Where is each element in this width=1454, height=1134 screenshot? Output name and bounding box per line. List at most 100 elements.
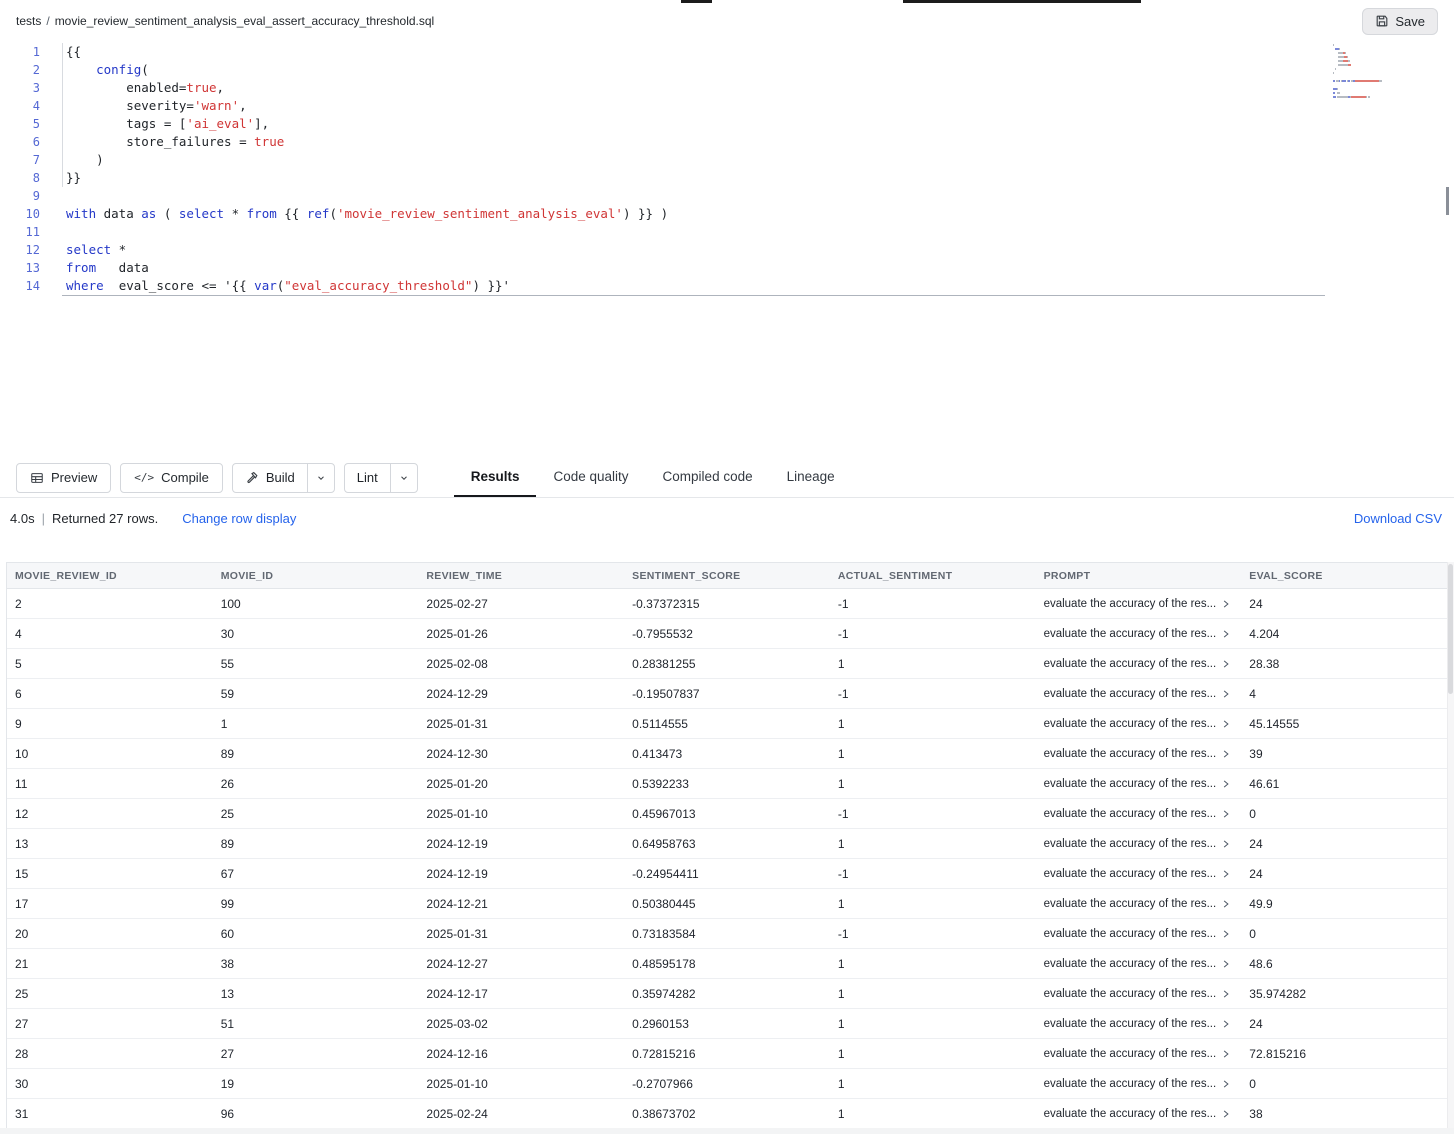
prompt-expand-icon[interactable] bbox=[1221, 899, 1231, 909]
compile-button[interactable]: </> Compile bbox=[120, 463, 223, 493]
table-cell: 13 bbox=[213, 987, 419, 1001]
table-cell: 45.14555 bbox=[1241, 717, 1447, 731]
table-cell: 2024-12-19 bbox=[418, 837, 624, 851]
prompt-expand-icon[interactable] bbox=[1221, 809, 1231, 819]
table-row: 17992024-12-210.503804451evaluate the ac… bbox=[7, 889, 1447, 919]
results-status-bar: 4.0s | Returned 27 rows. Change row disp… bbox=[0, 498, 1454, 538]
line-number: 9 bbox=[0, 187, 40, 205]
code-line[interactable]: 13from data bbox=[0, 259, 1454, 277]
prompt-cell: evaluate the accuracy of the res... bbox=[1036, 928, 1242, 940]
prompt-cell: evaluate the accuracy of the res... bbox=[1036, 1018, 1242, 1030]
tab-compiled-code[interactable]: Compiled code bbox=[646, 458, 770, 497]
build-split-button: Build bbox=[232, 463, 335, 493]
code-line[interactable]: 4 severity='warn', bbox=[0, 97, 1454, 115]
build-button[interactable]: Build bbox=[233, 464, 307, 492]
code-line[interactable]: 2 config( bbox=[0, 61, 1454, 79]
column-header: MOVIE_ID bbox=[213, 570, 419, 582]
build-hammer-icon bbox=[245, 471, 259, 485]
prompt-expand-icon[interactable] bbox=[1221, 599, 1231, 609]
table-cell: 0.64958763 bbox=[624, 837, 830, 851]
results-vertical-scrollbar[interactable] bbox=[1447, 562, 1454, 1128]
browser-tab-edge bbox=[903, 0, 1141, 3]
prompt-expand-icon[interactable] bbox=[1221, 659, 1231, 669]
code-line[interactable]: 9 bbox=[0, 187, 1454, 205]
table-cell: 1 bbox=[830, 837, 1036, 851]
code-text: enabled=true, bbox=[66, 79, 224, 97]
line-number: 13 bbox=[0, 259, 40, 277]
sql-editor[interactable]: 1{{2 config(3 enabled=true,4 severity='w… bbox=[0, 42, 1454, 458]
bottom-horizontal-scrollbar[interactable] bbox=[0, 1128, 1454, 1134]
table-cell: 2024-12-30 bbox=[418, 747, 624, 761]
results-body: 21002025-02-27-0.37372315-1evaluate the … bbox=[7, 589, 1447, 1129]
table-cell: 24 bbox=[1241, 597, 1447, 611]
prompt-expand-icon[interactable] bbox=[1221, 749, 1231, 759]
prompt-expand-icon[interactable] bbox=[1221, 869, 1231, 879]
table-cell: 55 bbox=[213, 657, 419, 671]
lint-dropdown-button[interactable] bbox=[390, 464, 417, 492]
prompt-expand-icon[interactable] bbox=[1221, 689, 1231, 699]
change-row-display-link[interactable]: Change row display bbox=[182, 511, 296, 526]
table-cell: 0 bbox=[1241, 1077, 1447, 1091]
column-header: MOVIE_REVIEW_ID bbox=[7, 570, 213, 582]
editor-scrollbar-thumb[interactable] bbox=[1446, 187, 1449, 215]
tab-results[interactable]: Results bbox=[454, 458, 537, 497]
prompt-expand-icon[interactable] bbox=[1221, 1049, 1231, 1059]
editor-minimap[interactable] bbox=[1333, 44, 1445, 100]
prompt-expand-icon[interactable] bbox=[1221, 929, 1231, 939]
table-cell: 1 bbox=[830, 1017, 1036, 1031]
table-cell: 27 bbox=[213, 1047, 419, 1061]
column-header: SENTIMENT_SCORE bbox=[624, 570, 830, 582]
chevron-down-icon bbox=[399, 473, 409, 483]
prompt-text: evaluate the accuracy of the res... bbox=[1044, 598, 1217, 610]
prompt-expand-icon[interactable] bbox=[1221, 629, 1231, 639]
table-cell: 25 bbox=[7, 987, 213, 1001]
prompt-expand-icon[interactable] bbox=[1221, 989, 1231, 999]
prompt-expand-icon[interactable] bbox=[1221, 959, 1231, 969]
table-cell: 4 bbox=[7, 627, 213, 641]
prompt-expand-icon[interactable] bbox=[1221, 719, 1231, 729]
download-csv-link[interactable]: Download CSV bbox=[1354, 511, 1442, 526]
prompt-expand-icon[interactable] bbox=[1221, 1079, 1231, 1089]
table-cell: 12 bbox=[7, 807, 213, 821]
table-cell: 2024-12-27 bbox=[418, 957, 624, 971]
code-line[interactable]: 14where eval_score <= '{{ var("eval_accu… bbox=[0, 277, 1454, 295]
table-cell: -1 bbox=[830, 597, 1036, 611]
prompt-cell: evaluate the accuracy of the res... bbox=[1036, 808, 1242, 820]
table-cell: 89 bbox=[213, 837, 419, 851]
table-cell: 28 bbox=[7, 1047, 213, 1061]
table-cell: 1 bbox=[830, 1047, 1036, 1061]
code-line[interactable]: 10with data as ( select * from {{ ref('m… bbox=[0, 205, 1454, 223]
prompt-expand-icon[interactable] bbox=[1221, 1109, 1231, 1119]
table-cell: 30 bbox=[213, 627, 419, 641]
prompt-cell: evaluate the accuracy of the res... bbox=[1036, 658, 1242, 670]
code-line[interactable]: 1{{ bbox=[0, 43, 1454, 61]
preview-table-icon bbox=[30, 471, 44, 485]
prompt-expand-icon[interactable] bbox=[1221, 839, 1231, 849]
table-row: 4302025-01-26-0.7955532-1evaluate the ac… bbox=[7, 619, 1447, 649]
table-cell: 2024-12-21 bbox=[418, 897, 624, 911]
table-cell: 13 bbox=[7, 837, 213, 851]
code-line[interactable]: 12select * bbox=[0, 241, 1454, 259]
code-line[interactable]: 11 bbox=[0, 223, 1454, 241]
results-scrollbar-thumb[interactable] bbox=[1448, 564, 1453, 694]
table-cell: 0.2960153 bbox=[624, 1017, 830, 1031]
results-table: MOVIE_REVIEW_IDMOVIE_IDREVIEW_TIMESENTIM… bbox=[6, 562, 1448, 1129]
line-number: 5 bbox=[0, 115, 40, 133]
prompt-text: evaluate the accuracy of the res... bbox=[1044, 808, 1217, 820]
prompt-expand-icon[interactable] bbox=[1221, 779, 1231, 789]
minimap-line bbox=[1333, 52, 1445, 54]
code-line[interactable]: 6 store_failures = true bbox=[0, 133, 1454, 151]
save-button[interactable]: Save bbox=[1362, 8, 1438, 35]
preview-button[interactable]: Preview bbox=[16, 463, 111, 493]
lint-button[interactable]: Lint bbox=[345, 464, 390, 492]
table-cell: 67 bbox=[213, 867, 419, 881]
tab-code-quality[interactable]: Code quality bbox=[536, 458, 645, 497]
code-line[interactable]: 5 tags = ['ai_eval'], bbox=[0, 115, 1454, 133]
code-line[interactable]: 8}} bbox=[0, 169, 1454, 187]
build-dropdown-button[interactable] bbox=[307, 464, 334, 492]
table-cell: 35.974282 bbox=[1241, 987, 1447, 1001]
code-line[interactable]: 3 enabled=true, bbox=[0, 79, 1454, 97]
prompt-expand-icon[interactable] bbox=[1221, 1019, 1231, 1029]
code-line[interactable]: 7 ) bbox=[0, 151, 1454, 169]
tab-lineage[interactable]: Lineage bbox=[770, 458, 852, 497]
